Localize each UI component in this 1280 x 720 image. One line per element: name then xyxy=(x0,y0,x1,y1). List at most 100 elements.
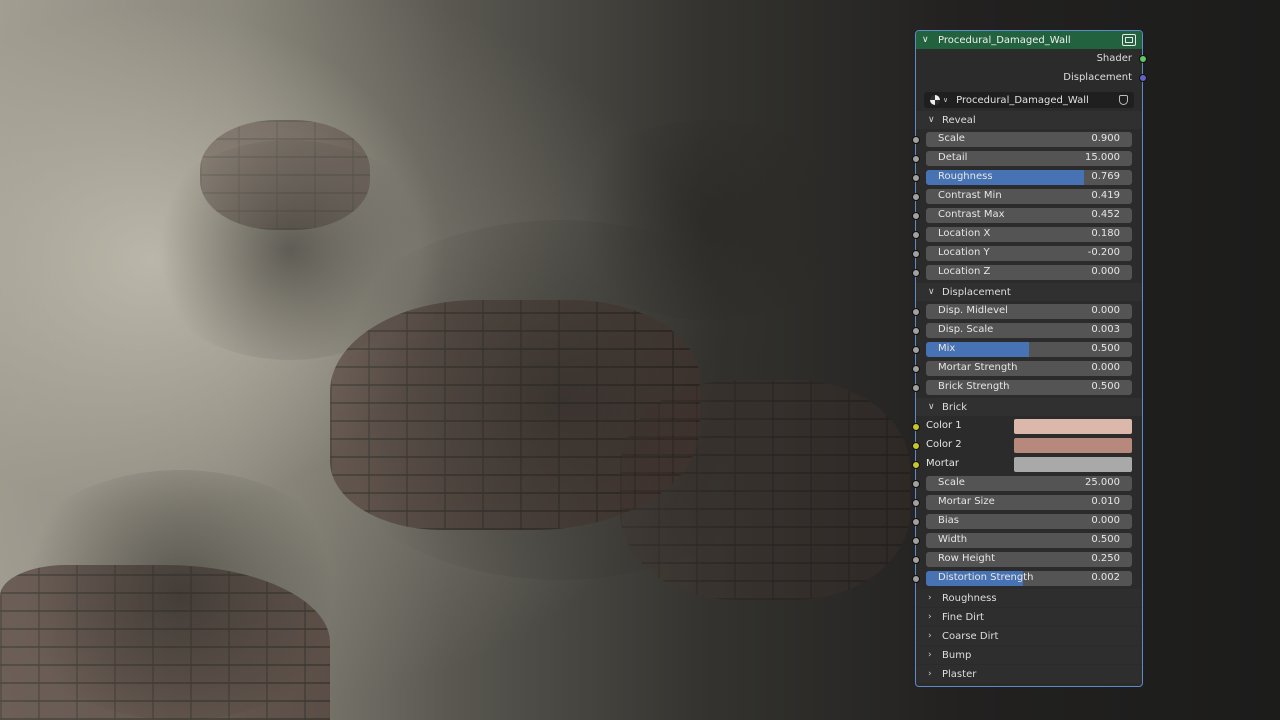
value-slider[interactable]: Mix 0.500 xyxy=(926,342,1132,357)
panel-displacement[interactable]: ∨ Displacement xyxy=(916,283,1142,301)
field-label: Bias xyxy=(938,515,959,526)
field-label: Width xyxy=(938,534,968,545)
fake-user-shield-icon[interactable] xyxy=(1119,95,1128,105)
field-label: Location Y xyxy=(938,247,990,258)
field-value: 0.900 xyxy=(1091,133,1120,144)
field-label: Roughness xyxy=(938,171,993,182)
panel-brick[interactable]: ∨ Brick xyxy=(916,398,1142,416)
field-value: 0.769 xyxy=(1091,171,1120,182)
value-slider[interactable]: Roughness 0.769 xyxy=(926,170,1132,185)
color-label: Color 1 xyxy=(926,420,962,431)
input-socket[interactable] xyxy=(912,136,920,144)
value-slider[interactable]: Scale 25.000 xyxy=(926,476,1132,491)
field-value: 0.500 xyxy=(1091,381,1120,392)
field-row: Bias 0.000 xyxy=(912,512,1142,531)
dropdown-caret-icon[interactable]: ∨ xyxy=(943,96,948,104)
value-slider[interactable]: Width 0.500 xyxy=(926,533,1132,548)
brick-fields: Scale 25.000 Mortar Size 0.010 Bias 0.000 Widt… xyxy=(912,474,1142,588)
value-slider[interactable]: Location Z 0.000 xyxy=(926,265,1132,280)
field-row: Scale 25.000 xyxy=(912,474,1142,493)
input-socket[interactable] xyxy=(912,365,920,373)
input-socket[interactable] xyxy=(912,346,920,354)
value-slider[interactable]: Row Height 0.250 xyxy=(926,552,1132,567)
color-input-socket[interactable] xyxy=(912,461,920,469)
value-slider[interactable]: Mortar Strength 0.000 xyxy=(926,361,1132,376)
shader-node-group[interactable]: ∨ Procedural_Damaged_Wall Shader Displac… xyxy=(912,30,1147,687)
field-value: 0.419 xyxy=(1091,190,1120,201)
input-socket[interactable] xyxy=(912,250,920,258)
field-row: Scale 0.900 xyxy=(912,130,1142,149)
panel-reveal[interactable]: ∨ Reveal xyxy=(916,111,1142,129)
panel-title: Fine Dirt xyxy=(942,611,984,623)
value-slider[interactable]: Scale 0.900 xyxy=(926,132,1132,147)
input-socket[interactable] xyxy=(912,480,920,488)
brick-colors: Color 1 Color 2 Mortar xyxy=(912,417,1142,474)
reveal-fields: Scale 0.900 Detail 15.000 Roughness 0.769 Cont… xyxy=(912,130,1142,282)
panel-collapsed-icon: › xyxy=(928,593,932,603)
value-slider[interactable]: Location X 0.180 xyxy=(926,227,1132,242)
color-input-socket[interactable] xyxy=(912,442,920,450)
color-row: Color 2 xyxy=(912,436,1142,455)
value-slider[interactable]: Disp. Scale 0.003 xyxy=(926,323,1132,338)
collapse-chevron-icon[interactable]: ∨ xyxy=(922,35,932,45)
input-socket[interactable] xyxy=(912,575,920,583)
field-value: 0.000 xyxy=(1091,515,1120,526)
panel-collapsed[interactable]: › Plaster xyxy=(916,665,1142,683)
field-label: Scale xyxy=(938,133,965,144)
field-label: Brick Strength xyxy=(938,381,1010,392)
field-label: Disp. Scale xyxy=(938,324,994,335)
value-slider[interactable]: Disp. Midlevel 0.000 xyxy=(926,304,1132,319)
input-socket[interactable] xyxy=(912,193,920,201)
input-socket[interactable] xyxy=(912,155,920,163)
input-socket[interactable] xyxy=(912,537,920,545)
value-slider[interactable]: Contrast Min 0.419 xyxy=(926,189,1132,204)
input-socket[interactable] xyxy=(912,384,920,392)
field-value: 0.010 xyxy=(1091,496,1120,507)
input-socket[interactable] xyxy=(912,308,920,316)
panel-title: Roughness xyxy=(942,592,997,604)
node-group-name: Procedural_Damaged_Wall xyxy=(956,94,1089,106)
input-socket[interactable] xyxy=(912,556,920,564)
node-group-selector[interactable]: ∨ Procedural_Damaged_Wall xyxy=(924,92,1134,108)
panel-title: Coarse Dirt xyxy=(942,630,999,642)
value-slider[interactable]: Detail 15.000 xyxy=(926,151,1132,166)
field-row: Location Z 0.000 xyxy=(912,263,1142,282)
node-group-icon[interactable] xyxy=(1122,34,1136,46)
field-row: Mortar Strength 0.000 xyxy=(912,359,1142,378)
field-value: 0.500 xyxy=(1091,534,1120,545)
input-socket[interactable] xyxy=(912,231,920,239)
field-value: 0.000 xyxy=(1091,266,1120,277)
value-slider[interactable]: Mortar Size 0.010 xyxy=(926,495,1132,510)
panel-reveal-title: Reveal xyxy=(942,114,976,126)
value-slider[interactable]: Contrast Max 0.452 xyxy=(926,208,1132,223)
field-label: Detail xyxy=(938,152,968,163)
panel-collapsed[interactable]: › Fine Dirt xyxy=(916,608,1142,626)
color-swatch[interactable] xyxy=(1014,419,1132,434)
field-label: Mortar Size xyxy=(938,496,995,507)
panel-collapsed-icon: › xyxy=(928,650,932,660)
output-displacement: Displacement xyxy=(916,68,1147,87)
field-row: Brick Strength 0.500 xyxy=(912,378,1142,397)
node-tree-icon[interactable] xyxy=(930,95,940,105)
input-socket[interactable] xyxy=(912,518,920,526)
node-header[interactable]: ∨ Procedural_Damaged_Wall xyxy=(916,31,1142,49)
value-slider[interactable]: Brick Strength 0.500 xyxy=(926,380,1132,395)
panel-collapsed[interactable]: › Coarse Dirt xyxy=(916,627,1142,645)
output-shader-label: Shader xyxy=(1096,53,1132,64)
output-displacement-socket[interactable] xyxy=(1139,74,1147,82)
input-socket[interactable] xyxy=(912,212,920,220)
value-slider[interactable]: Location Y -0.200 xyxy=(926,246,1132,261)
output-shader-socket[interactable] xyxy=(1139,55,1147,63)
color-swatch[interactable] xyxy=(1014,438,1132,453)
value-slider[interactable]: Bias 0.000 xyxy=(926,514,1132,529)
input-socket[interactable] xyxy=(912,327,920,335)
input-socket[interactable] xyxy=(912,499,920,507)
value-slider[interactable]: Distortion Strength 0.002 xyxy=(926,571,1132,586)
panel-collapsed[interactable]: › Bump xyxy=(916,646,1142,664)
field-row: Roughness 0.769 xyxy=(912,168,1142,187)
color-input-socket[interactable] xyxy=(912,423,920,431)
input-socket[interactable] xyxy=(912,174,920,182)
color-swatch[interactable] xyxy=(1014,457,1132,472)
panel-collapsed[interactable]: › Roughness xyxy=(916,589,1142,607)
input-socket[interactable] xyxy=(912,269,920,277)
